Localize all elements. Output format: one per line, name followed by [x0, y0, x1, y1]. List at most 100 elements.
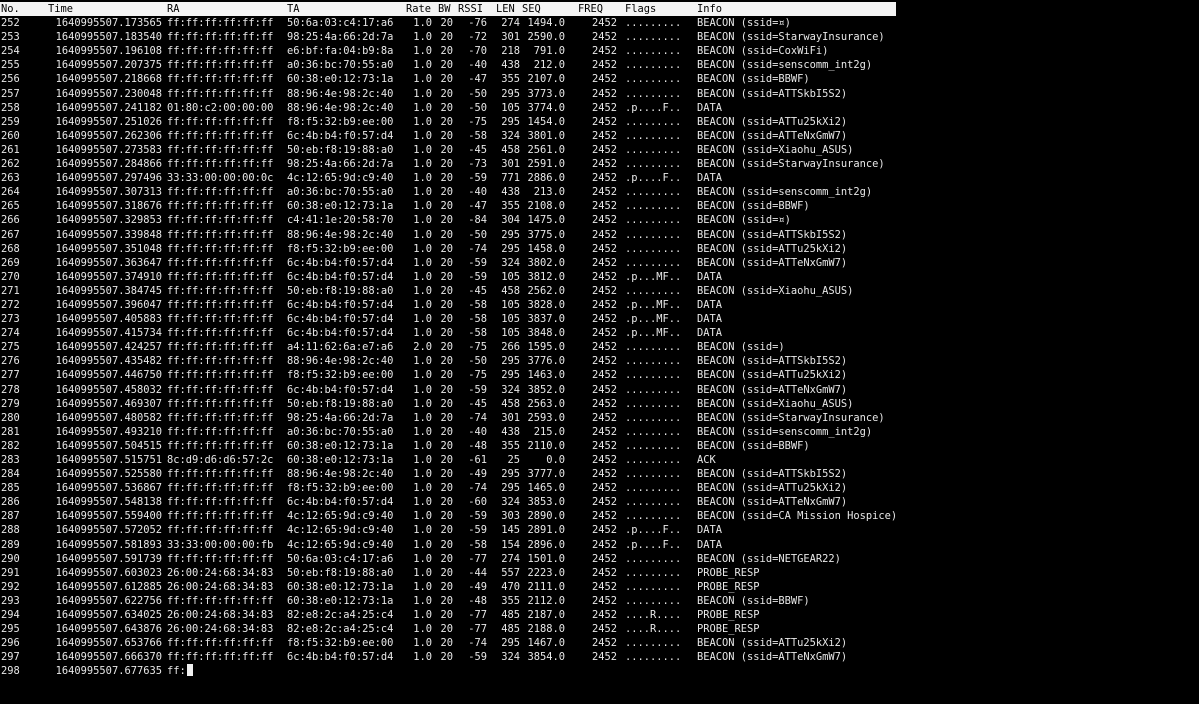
- packet-row: 283 1640995507.515751 8c:d9:d6:d6:57:2c 60:…: [0, 453, 1199, 467]
- packet-no: 254: [1, 45, 20, 58]
- packet-bw: 20: [440, 496, 453, 509]
- packet-time: 1640995507.591739: [55, 552, 162, 565]
- terminal-window[interactable]: No. Time RA TA Rate BW RSSI LEN SEQ FREQ…: [0, 0, 1199, 704]
- packet-seq: 3802.0: [527, 256, 565, 269]
- packet-seq: 1454.0: [527, 115, 565, 128]
- packet-freq: 2452: [591, 59, 617, 72]
- packet-seq: 2562.0: [527, 284, 565, 297]
- packet-ta: 6c:4b:b4:f0:57:d4: [287, 327, 394, 340]
- packet-ra: 01:80:c2:00:00:00: [167, 101, 274, 114]
- packet-no: 276: [1, 355, 20, 368]
- packet-freq: 2452: [591, 313, 617, 326]
- packet-rssi: -59: [468, 383, 487, 396]
- packet-seq: 2590.0: [527, 31, 565, 44]
- packet-info: BEACON (ssid=ATTu25kXi2): [697, 115, 848, 128]
- packet-bw: 20: [440, 31, 453, 44]
- packet-ta: f8:f5:32:b9:ee:00: [287, 369, 394, 382]
- packet-len: 295: [501, 115, 520, 128]
- packet-seq: 2110.0: [527, 439, 565, 452]
- packet-rssi: -58: [468, 298, 487, 311]
- packet-time: 1640995507.374910: [55, 270, 162, 283]
- packet-info: BEACON (ssid=¤): [697, 17, 791, 30]
- packet-info: BEACON (ssid=ATTu25kXi2): [697, 482, 848, 495]
- packet-len: 105: [501, 313, 520, 326]
- packet-row: 277 1640995507.446750 ff:ff:ff:ff:ff:ff f8:…: [0, 368, 1199, 382]
- packet-info: DATA: [697, 538, 723, 551]
- packet-bw: 20: [440, 369, 453, 382]
- packet-ra: ff:ff:ff:ff:ff:ff: [167, 355, 274, 368]
- packet-row: 292 1640995507.612885 26:00:24:68:34:83 60:…: [0, 580, 1199, 594]
- packet-rate: 1.0: [413, 425, 432, 438]
- packet-ra: 33:33:00:00:00:0c: [167, 172, 274, 185]
- packet-ta: 6c:4b:b4:f0:57:d4: [287, 270, 394, 283]
- packet-rate: 1.0: [413, 439, 432, 452]
- packet-flags: .........: [625, 341, 682, 354]
- packet-ta: c4:41:1e:20:58:70: [287, 214, 394, 227]
- packet-ra: ff:ff:ff:ff:ff:ff: [167, 31, 274, 44]
- packet-info: BEACON (ssid=ATTSkbI5S2): [697, 355, 848, 368]
- packet-flags: .........: [625, 637, 682, 650]
- packet-len: 105: [501, 101, 520, 114]
- packet-no: 260: [1, 129, 20, 142]
- packet-freq: 2452: [591, 651, 617, 664]
- packet-row: 285 1640995507.536867 ff:ff:ff:ff:ff:ff f8:…: [0, 481, 1199, 495]
- packet-no: 296: [1, 637, 20, 650]
- header-rssi: RSSI: [458, 3, 484, 15]
- packet-row: 261 1640995507.273583 ff:ff:ff:ff:ff:ff 50:…: [0, 143, 1199, 157]
- partial-packet-row: 298 1640995507.677635 ff:: [0, 664, 1199, 678]
- packet-bw: 20: [440, 397, 453, 410]
- packet-rssi: -40: [468, 425, 487, 438]
- packet-row: 295 1640995507.643876 26:00:24:68:34:83 82:…: [0, 622, 1199, 636]
- packet-no: 265: [1, 200, 20, 213]
- packet-row: 271 1640995507.384745 ff:ff:ff:ff:ff:ff 50:…: [0, 284, 1199, 298]
- packet-freq: 2452: [591, 355, 617, 368]
- packet-rssi: -70: [468, 45, 487, 58]
- packet-ta: 4c:12:65:9d:c9:40: [287, 172, 394, 185]
- packet-rate: 1.0: [413, 242, 432, 255]
- packet-seq: 0.0: [546, 454, 565, 466]
- packet-time: 1640995507.622756: [55, 594, 162, 607]
- packet-len: 303: [501, 510, 520, 523]
- packet-ta: 60:38:e0:12:73:1a: [287, 454, 394, 466]
- packet-ra: ff:ff:ff:ff:ff:ff: [167, 327, 274, 340]
- packet-rate: 1.0: [413, 129, 432, 142]
- packet-flags: .........: [625, 552, 682, 565]
- packet-ra: 26:00:24:68:34:83: [167, 580, 274, 593]
- packet-ra: ff:ff:ff:ff:ff:ff: [167, 284, 274, 297]
- packet-freq: 2452: [591, 327, 617, 340]
- packet-freq: 2452: [591, 284, 617, 297]
- packet-len: 295: [501, 369, 520, 382]
- packet-time: 1640995507.384745: [55, 284, 162, 297]
- packet-row: 269 1640995507.363647 ff:ff:ff:ff:ff:ff 6c:…: [0, 256, 1199, 270]
- packet-ta: 82:e8:2c:a4:25:c4: [287, 623, 394, 636]
- packet-rssi: -50: [468, 355, 487, 368]
- packet-len: 324: [501, 651, 520, 664]
- packet-time: 1640995507.251026: [55, 115, 162, 128]
- packet-bw: 20: [440, 454, 453, 466]
- packet-time: 1640995507.396047: [55, 298, 162, 311]
- packet-flags: .p....F..: [625, 538, 682, 551]
- packet-no: 293: [1, 594, 20, 607]
- packet-no: 270: [1, 270, 20, 283]
- packet-rate: 1.0: [413, 566, 432, 579]
- packet-seq: 3853.0: [527, 496, 565, 509]
- packet-flags: .........: [625, 242, 682, 255]
- packet-bw: 20: [440, 637, 453, 650]
- packet-ra: ff:ff:ff:ff:ff:ff: [167, 256, 274, 269]
- packet-rate: 1.0: [413, 482, 432, 495]
- packet-freq: 2452: [591, 552, 617, 565]
- packet-flags: .........: [625, 355, 682, 368]
- packet-freq: 2452: [591, 383, 617, 396]
- packet-ta: a4:11:62:6a:e7:a6: [287, 341, 394, 354]
- packet-time: 1640995507.581893: [55, 538, 162, 551]
- header-flags: Flags: [625, 3, 657, 15]
- packet-bw: 20: [440, 425, 453, 438]
- packet-row: 274 1640995507.415734 ff:ff:ff:ff:ff:ff 6c:…: [0, 326, 1199, 340]
- packet-ta: 60:38:e0:12:73:1a: [287, 73, 394, 86]
- packet-ta: 6c:4b:b4:f0:57:d4: [287, 129, 394, 142]
- packet-freq: 2452: [591, 637, 617, 650]
- packet-ra-text: ff:: [167, 665, 186, 678]
- packet-bw: 20: [440, 228, 453, 241]
- packet-bw: 20: [440, 439, 453, 452]
- packet-rate: 1.0: [413, 411, 432, 424]
